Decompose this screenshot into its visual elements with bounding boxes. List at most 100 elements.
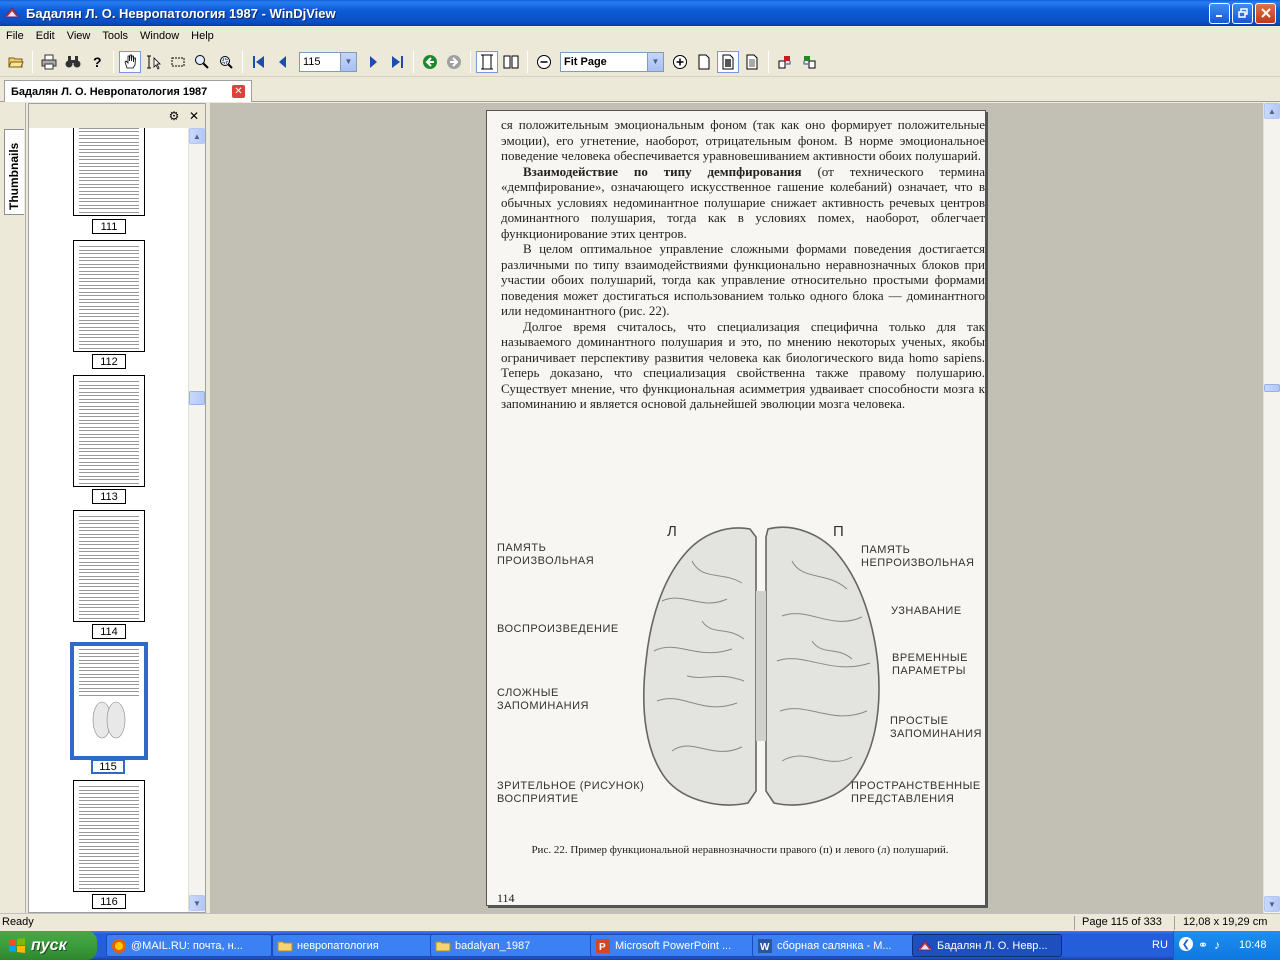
thumbnail-text-line <box>79 666 139 668</box>
document-scrollbar[interactable]: ▲ ▼ <box>1263 103 1280 913</box>
thumbnail-text-line <box>79 849 139 850</box>
menu-edit[interactable]: Edit <box>30 30 61 42</box>
thumbnail-text-line <box>79 253 139 254</box>
rotate-right-button[interactable] <box>798 51 820 73</box>
taskbar-item-mail[interactable]: @MAIL.RU: почта, н... <box>106 934 272 957</box>
zoom-value: Fit Page <box>564 55 607 68</box>
thumbnail-page[interactable] <box>73 510 145 622</box>
thumbnails-scrollbar[interactable]: ▲ ▼ <box>188 128 205 912</box>
prev-page-button[interactable] <box>272 51 294 73</box>
thumbnail-text-line <box>79 419 139 421</box>
thumbnail-text-line <box>79 565 139 566</box>
thumbnail-text-line <box>79 479 139 480</box>
taskbar-item-powerpoint[interactable]: P Microsoft PowerPoint ... <box>590 934 756 957</box>
zoom-out-icon <box>537 54 551 69</box>
thumbnail-text-line <box>79 821 139 822</box>
thumbnail-text-line <box>79 433 139 435</box>
close-tab-icon[interactable]: ✕ <box>232 85 245 98</box>
taskbar-item-folder-2[interactable]: badalyan_1987 <box>430 934 596 957</box>
scrollbar-thumb[interactable] <box>189 391 205 405</box>
taskbar-item-word[interactable]: W сборная салянка - М... <box>752 934 918 957</box>
zoom-out-button[interactable] <box>533 51 555 73</box>
close-icon[interactable]: ✕ <box>187 109 201 123</box>
single-page-button[interactable] <box>476 50 498 73</box>
rotate-left-button[interactable] <box>774 51 796 73</box>
start-button[interactable]: пуск <box>0 931 97 960</box>
thumbnail-text-line <box>79 409 139 410</box>
menu-bar: File Edit View Tools Window Help <box>0 26 1280 45</box>
volume-icon[interactable]: ♪ <box>1214 938 1220 952</box>
document-view[interactable]: ся положительным эмоциональным фоном (та… <box>210 103 1263 913</box>
zoom-rect-button[interactable] <box>215 51 237 73</box>
thumbnail-text-line <box>79 204 139 206</box>
menu-window[interactable]: Window <box>134 30 185 42</box>
minimize-icon <box>1216 14 1222 17</box>
scroll-down-icon[interactable]: ▼ <box>189 895 205 911</box>
thumbnail-page-selected[interactable] <box>70 642 148 760</box>
chevron-down-icon[interactable]: ▼ <box>340 52 356 71</box>
taskbar-item-folder-1[interactable]: невропатология <box>272 934 438 957</box>
tray-expand-icon[interactable]: ❮ <box>1179 937 1193 951</box>
restore-button[interactable] <box>1232 2 1253 24</box>
minimize-button[interactable] <box>1209 2 1230 24</box>
chevron-down-icon[interactable]: ▼ <box>647 52 663 71</box>
print-button[interactable] <box>38 51 60 73</box>
zoom-in-icon <box>673 54 687 69</box>
scrollbar-thumb[interactable] <box>1264 384 1280 392</box>
thumbnail-page[interactable] <box>73 128 145 216</box>
thumbnail-text-line <box>79 128 139 129</box>
fit-page-button[interactable] <box>717 50 739 73</box>
fit-width-button[interactable] <box>741 51 763 73</box>
facing-pages-button[interactable] <box>500 51 522 73</box>
thumbnail-text-line <box>79 388 139 389</box>
clock[interactable]: 10:48 <box>1239 939 1267 951</box>
last-page-button[interactable] <box>386 51 408 73</box>
thumbnail-page[interactable] <box>73 780 145 892</box>
thumbnail-page[interactable] <box>73 240 145 352</box>
network-icon[interactable]: ⚭ <box>1198 938 1208 952</box>
menu-file[interactable]: File <box>0 30 30 42</box>
actual-size-button[interactable] <box>693 51 715 73</box>
next-page-button[interactable] <box>362 51 384 73</box>
zoom-combo[interactable]: Fit Page ▼ <box>560 51 664 72</box>
open-button[interactable] <box>5 51 27 73</box>
thumbnail-text-line <box>79 344 139 345</box>
magnifier-icon <box>195 54 209 69</box>
back-button[interactable] <box>419 51 441 73</box>
select-text-button[interactable] <box>143 51 165 73</box>
scroll-up-icon[interactable]: ▲ <box>189 128 205 144</box>
forward-button[interactable] <box>443 51 465 73</box>
zoom-button[interactable] <box>191 51 213 73</box>
paragraph: ся положительным эмоциональным фоном (та… <box>501 117 985 163</box>
scroll-up-icon[interactable]: ▲ <box>1264 103 1280 119</box>
close-button[interactable] <box>1255 2 1276 24</box>
document-tab[interactable]: Бадалян Л. О. Невропатология 1987 ✕ <box>4 80 252 102</box>
find-button[interactable] <box>62 51 84 73</box>
zoom-in-button[interactable] <box>669 51 691 73</box>
thumbnail-text-line <box>79 166 139 167</box>
title-bar[interactable]: Бадалян Л. О. Невропатология 1987 - WinD… <box>0 0 1280 26</box>
thumbnail-page[interactable] <box>73 375 145 487</box>
next-page-icon <box>370 55 377 68</box>
scroll-down-icon[interactable]: ▼ <box>1264 896 1280 912</box>
thumbnail-text-line <box>79 277 139 279</box>
thumbnail-text-line <box>79 547 139 549</box>
first-page-button[interactable] <box>248 51 270 73</box>
menu-help[interactable]: Help <box>185 30 220 42</box>
help-button[interactable]: ? <box>86 51 108 73</box>
menu-view[interactable]: View <box>61 30 97 42</box>
page-number-combo[interactable]: 115 ▼ <box>299 51 357 72</box>
hand-tool-button[interactable] <box>119 50 141 73</box>
menu-tools[interactable]: Tools <box>96 30 134 42</box>
taskbar-item-label: Бадалян Л. О. Невр... <box>937 939 1048 952</box>
thumbnail-text-line <box>79 680 139 682</box>
gear-icon[interactable]: ⚙ <box>167 109 181 123</box>
figure-caption: Рис. 22. Пример функциональной неравнозн… <box>531 844 949 856</box>
thumbnail-text-line <box>79 835 139 836</box>
thumbnail-text-line <box>79 537 139 538</box>
thumbnails-tab[interactable]: Thumbnails <box>4 129 24 215</box>
taskbar-item-windjview[interactable]: Бадалян Л. О. Невр... <box>912 934 1062 957</box>
select-rect-button[interactable] <box>167 51 189 73</box>
thumbnail-text-line <box>79 340 139 342</box>
language-indicator[interactable]: RU <box>1152 939 1168 951</box>
